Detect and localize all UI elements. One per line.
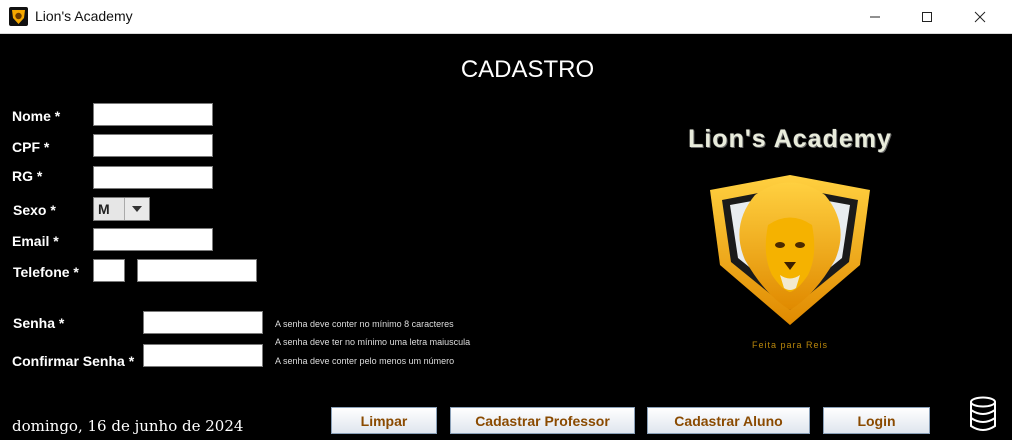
nome-field[interactable] — [93, 103, 213, 126]
nome-label: Nome * — [12, 108, 61, 124]
logo-title: Lion's Academy — [688, 125, 892, 153]
database-icon[interactable] — [968, 396, 998, 437]
lion-shield-logo — [700, 170, 880, 335]
sexo-selected-value: M — [98, 201, 110, 217]
cpf-field[interactable] — [93, 134, 213, 157]
chevron-down-icon[interactable] — [124, 198, 149, 220]
app-logo-icon — [9, 7, 28, 26]
confirmar-senha-field[interactable] — [143, 344, 263, 367]
limpar-button[interactable]: Limpar — [331, 407, 437, 434]
telefone-ddd-field[interactable] — [93, 259, 125, 282]
senha-label: Senha * — [13, 315, 65, 331]
cpf-label: CPF * — [12, 139, 50, 155]
email-field[interactable] — [93, 228, 213, 251]
rg-label: RG * — [12, 168, 43, 184]
rg-field[interactable] — [93, 166, 213, 189]
logo-motto: Feita para Reis — [751, 340, 829, 350]
telefone-number-field[interactable] — [137, 259, 257, 282]
cadastrar-aluno-button[interactable]: Cadastrar Aluno — [647, 407, 810, 434]
senha-field[interactable] — [143, 311, 263, 334]
sexo-label: Sexo * — [13, 202, 56, 218]
close-icon[interactable] — [957, 0, 1003, 33]
title-bar: Lion's Academy — [0, 0, 1012, 34]
window-title: Lion's Academy — [35, 8, 133, 24]
sexo-select[interactable]: M — [93, 197, 150, 221]
current-date: domingo, 16 de junho de 2024 — [12, 417, 244, 435]
login-button[interactable]: Login — [823, 407, 930, 434]
password-hint: A senha deve ter no mínimo uma letra mai… — [275, 337, 471, 347]
email-label: Email * — [12, 233, 59, 249]
confirmar-senha-label: Confirmar Senha * — [12, 353, 135, 369]
cadastrar-professor-button[interactable]: Cadastrar Professor — [450, 407, 635, 434]
telefone-label: Telefone * — [13, 264, 79, 280]
password-hint: A senha deve conter pelo menos um número — [275, 356, 455, 366]
page-title: CADASTRO — [460, 56, 595, 83]
maximize-icon[interactable] — [904, 0, 950, 33]
minimize-icon[interactable] — [852, 0, 898, 33]
password-hint: A senha deve conter no mínimo 8 caracter… — [275, 319, 454, 329]
